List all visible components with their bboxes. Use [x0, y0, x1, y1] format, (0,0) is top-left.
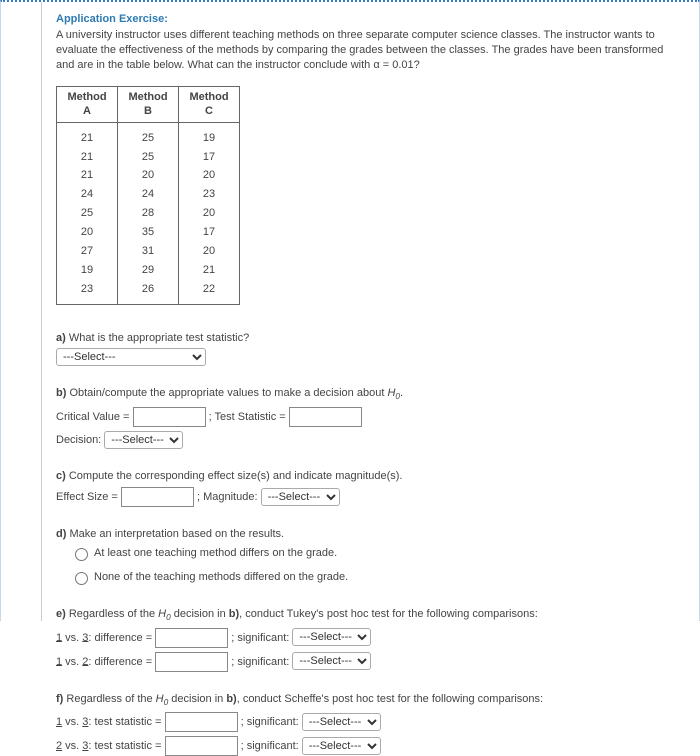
table-row: 252820 [56, 204, 240, 223]
d-option-2-label: None of the teaching methods differed on… [94, 570, 348, 585]
scheffe-1-stat-label: : test statistic = [88, 716, 164, 728]
page-frame: Application Exercise: A university instr… [0, 0, 700, 621]
table-row: 212519 [56, 123, 240, 148]
question-b: b) Obtain/compute the appropriate values… [56, 386, 679, 448]
test-statistic-label: ; Test Statistic = [209, 410, 289, 422]
scheffe-1-sig-label: ; significant: [241, 716, 302, 728]
question-d: d) Make an interpretation based on the r… [56, 527, 679, 585]
d-option-1-label: At least one teaching method differs on … [94, 546, 337, 561]
exercise-title: Application Exercise: [56, 12, 679, 27]
tukey-2-sig-select[interactable]: ---Select--- [292, 652, 371, 670]
d-option-2[interactable]: None of the teaching methods differed on… [70, 569, 679, 585]
critical-value-label: Critical Value = [56, 410, 133, 422]
scheffe-1-sig-select[interactable]: ---Select--- [302, 713, 381, 731]
tukey-1-sig-label: ; significant: [231, 631, 292, 643]
tukey-1-sig-select[interactable]: ---Select--- [292, 628, 371, 646]
table-row: 203517 [56, 223, 240, 242]
left-gutter [1, 2, 42, 621]
question-e: e) Regardless of the H0 decision in b), … [56, 607, 679, 671]
col-header-b: MethodB [117, 86, 178, 122]
effect-size-input[interactable] [121, 487, 194, 507]
decision-label: Decision: [56, 434, 104, 446]
effect-size-row: Effect Size = ; Magnitude: ---Select--- [56, 487, 679, 507]
q-b-text: b) Obtain/compute the appropriate values… [56, 386, 679, 402]
col-header-a: MethodA [56, 86, 117, 122]
table-row: 212020 [56, 166, 240, 185]
q-c-text: c) Compute the corresponding effect size… [56, 469, 679, 484]
tukey-2-diff-input[interactable] [155, 652, 228, 672]
tukey-1-diff-input[interactable] [155, 628, 228, 648]
tukey-2-diff-label: : difference = [88, 655, 155, 667]
tukey-1-diff-label: : difference = [88, 631, 155, 643]
prompt-text: A university instructor uses different t… [56, 28, 679, 73]
table-row: 212517 [56, 148, 240, 167]
table-header-row: MethodA MethodB MethodC [56, 86, 240, 122]
d-option-1[interactable]: At least one teaching method differs on … [70, 545, 679, 561]
table-row: 242423 [56, 185, 240, 204]
critical-value-input[interactable] [133, 407, 206, 427]
table-row: 232622 [56, 280, 240, 306]
test-statistic-select[interactable]: ---Select--- [56, 348, 206, 366]
tukey-row-2: 1 vs. 2: difference = ; significant: ---… [56, 652, 679, 672]
scheffe-2-stat-label: : test statistic = [88, 740, 164, 752]
scheffe-2-sig-label: ; significant: [241, 740, 302, 752]
test-statistic-input[interactable] [289, 407, 362, 427]
content-area: Application Exercise: A university instr… [56, 2, 679, 756]
scheffe-2-sig-select[interactable]: ---Select--- [302, 737, 381, 755]
decision-row: Decision: ---Select--- [56, 431, 679, 449]
tukey-row-1: 1 vs. 3: difference = ; significant: ---… [56, 628, 679, 648]
magnitude-label: ; Magnitude: [197, 491, 261, 503]
scheffe-row-2: 2 vs. 3: test statistic = ; significant:… [56, 736, 679, 756]
magnitude-select[interactable]: ---Select--- [261, 488, 340, 506]
effect-size-label: Effect Size = [56, 491, 121, 503]
d-radio-1[interactable] [75, 548, 88, 561]
table-row: 273120 [56, 242, 240, 261]
question-c: c) Compute the corresponding effect size… [56, 469, 679, 508]
table-body: 212519 212517 212020 242423 252820 20351… [56, 123, 240, 306]
scheffe-2-stat-input[interactable] [165, 736, 238, 756]
q-d-text: d) Make an interpretation based on the r… [56, 527, 679, 542]
col-header-c: MethodC [178, 86, 240, 122]
table-row: 192921 [56, 261, 240, 280]
d-radio-2[interactable] [75, 572, 88, 585]
critical-value-row: Critical Value = ; Test Statistic = [56, 407, 679, 427]
question-a: a) What is the appropriate test statisti… [56, 331, 679, 366]
decision-select[interactable]: ---Select--- [104, 431, 183, 449]
q-e-text: e) Regardless of the H0 decision in b), … [56, 607, 679, 623]
scheffe-1-stat-input[interactable] [165, 712, 238, 732]
scheffe-row-1: 1 vs. 3: test statistic = ; significant:… [56, 712, 679, 732]
data-table: MethodA MethodB MethodC 212519 212517 21… [56, 86, 240, 305]
q-a-text: a) What is the appropriate test statisti… [56, 331, 679, 346]
question-f: f) Regardless of the H0 decision in b), … [56, 692, 679, 756]
q-f-text: f) Regardless of the H0 decision in b), … [56, 692, 679, 708]
tukey-2-sig-label: ; significant: [231, 655, 292, 667]
